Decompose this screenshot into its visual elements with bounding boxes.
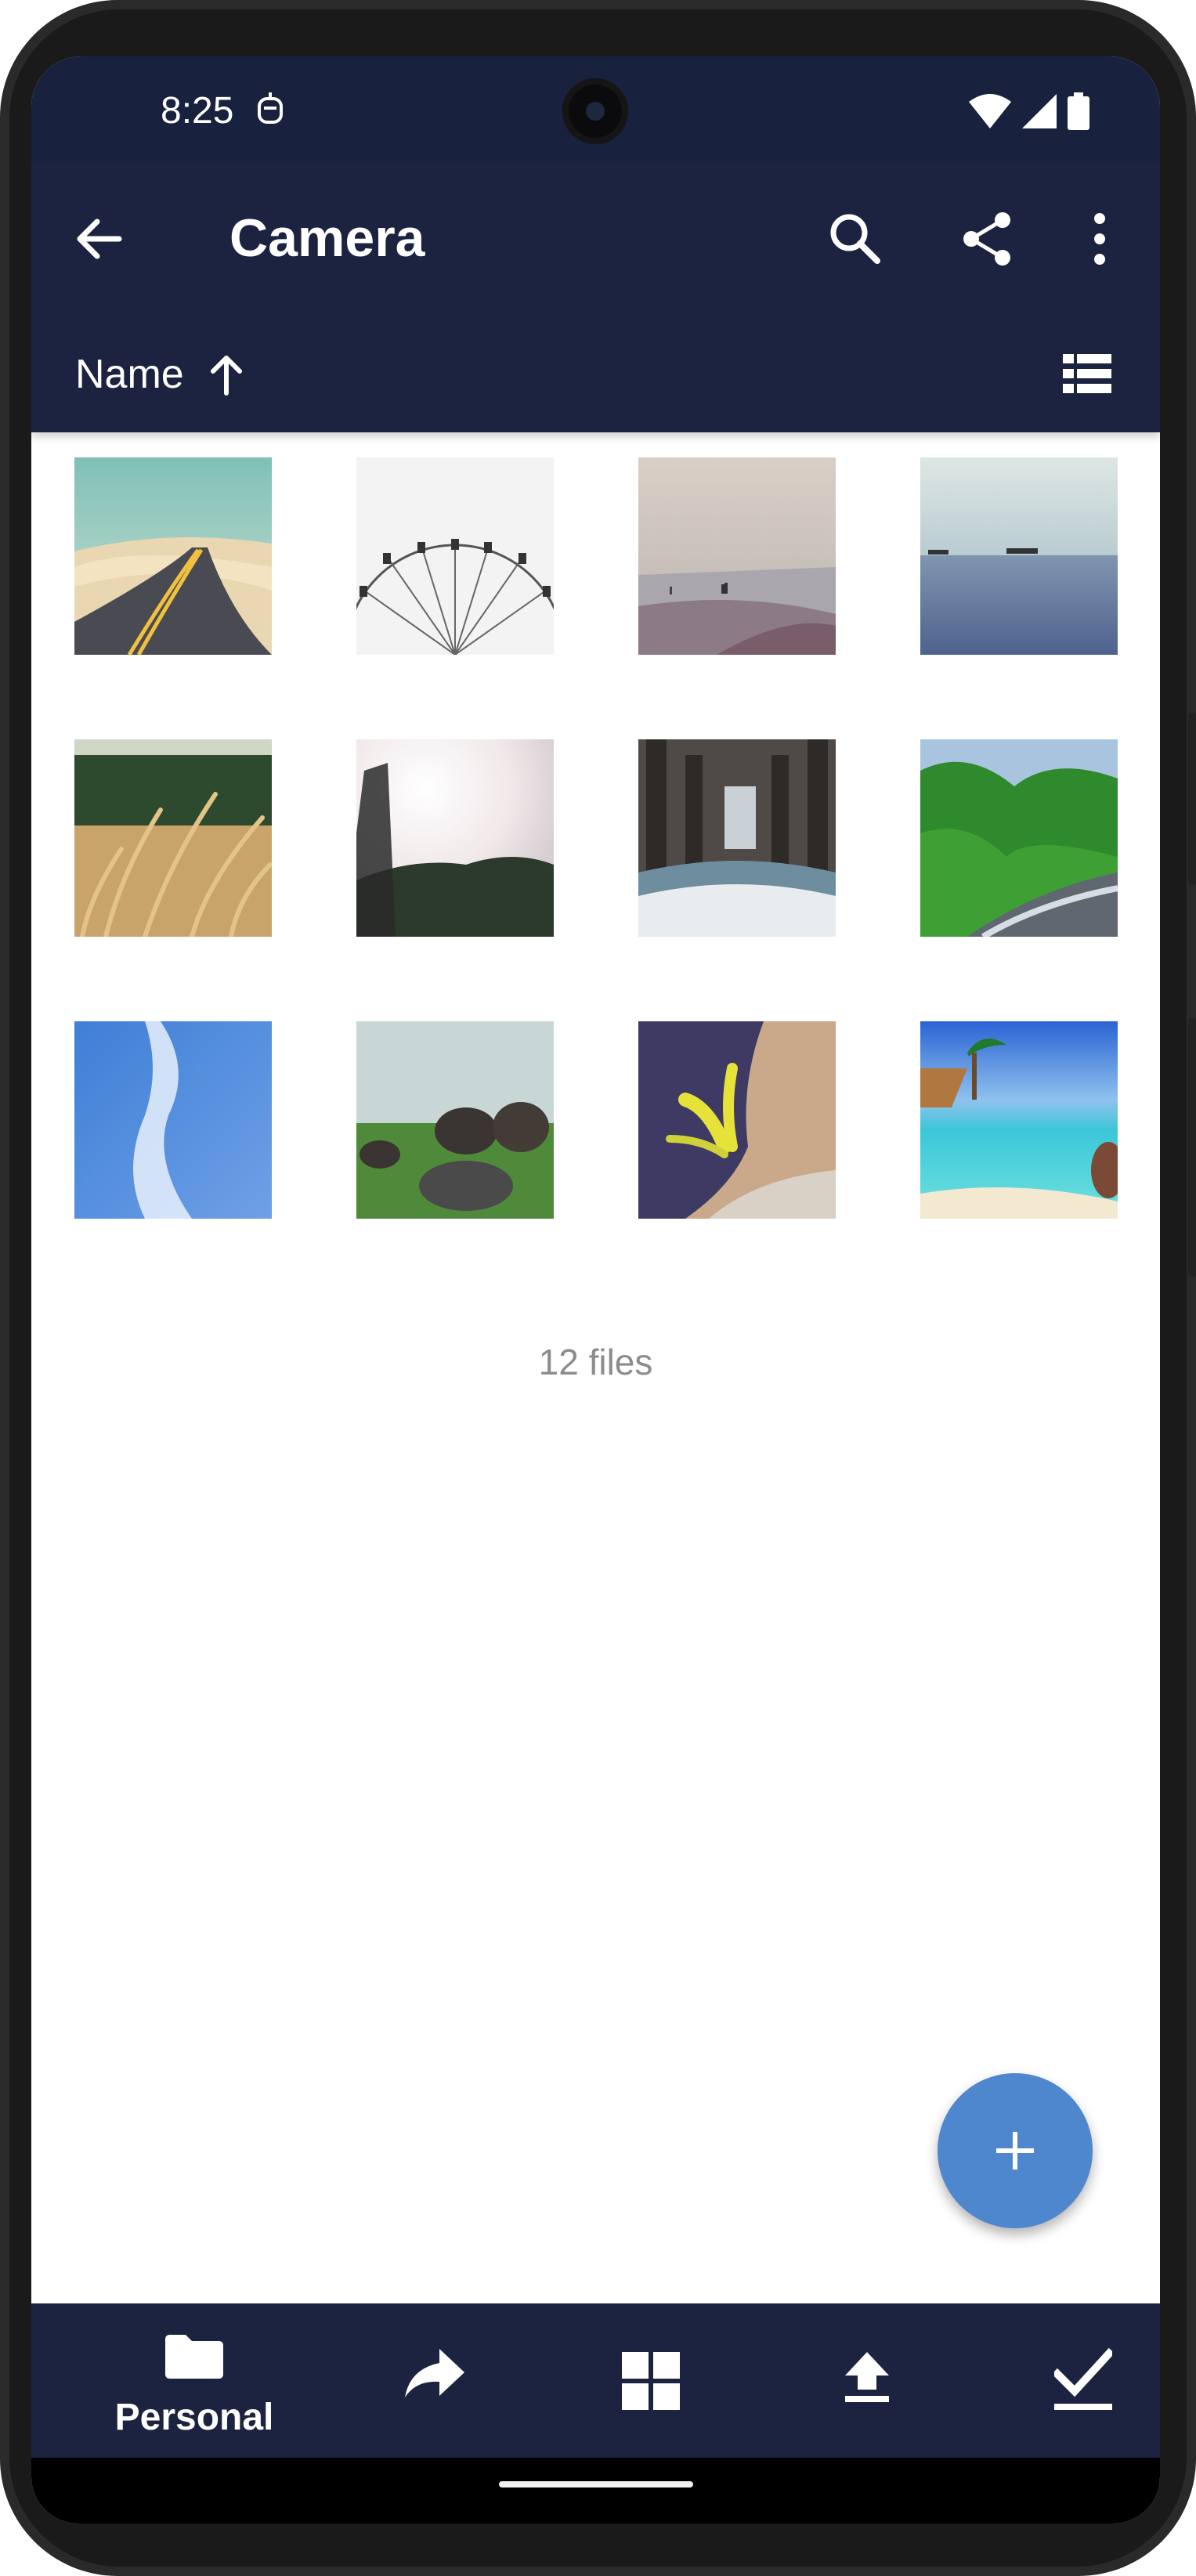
bottom-navigation: Personal [31, 2303, 1160, 2458]
file-count: 12 files [538, 1342, 653, 1382]
nav-item-label: Personal [114, 2397, 274, 2438]
share-forward-icon [405, 2349, 464, 2397]
gesture-bar [31, 2458, 1160, 2524]
nav-item-select[interactable] [981, 2303, 1160, 2458]
add-button[interactable] [938, 2073, 1093, 2228]
photo-thumbnail-blue-sky[interactable] [74, 1021, 272, 1219]
status-bar: 8:25 [31, 56, 1160, 162]
photo-thumbnail-misty-beach[interactable] [638, 457, 836, 655]
list-view-icon[interactable] [1061, 348, 1113, 399]
photo-thumbnail-wheat-field[interactable] [74, 739, 272, 937]
volume-button [1188, 1018, 1196, 1277]
grid-icon [622, 2352, 680, 2410]
arrow-up-icon[interactable] [205, 354, 248, 396]
nav-item-uploads[interactable] [765, 2303, 969, 2458]
photo-thumbnail-tropical-beach[interactable] [920, 1021, 1118, 1219]
search-icon[interactable] [824, 208, 887, 270]
screen: 8:25 Camera Name 12 files Personal [31, 56, 1160, 2524]
photo-thumbnail-sunlit-forest[interactable] [356, 739, 554, 937]
signal-icon [1022, 94, 1057, 128]
battery-icon [1068, 92, 1089, 130]
nav-item-shared[interactable] [333, 2303, 537, 2458]
nav-item-gallery[interactable] [549, 2303, 753, 2458]
photo-thumbnail-under-pier[interactable] [638, 739, 836, 937]
power-button [1188, 713, 1196, 885]
back-arrow-icon[interactable] [70, 211, 127, 267]
plus-icon [996, 2132, 1034, 2170]
sort-by-name-button[interactable]: Name [75, 351, 184, 398]
photo-thumbnail-sea-horizon[interactable] [920, 457, 1118, 655]
home-handle[interactable] [499, 2481, 693, 2487]
phone-frame: 8:25 Camera Name 12 files Personal [0, 0, 1196, 2576]
bot-icon [258, 92, 283, 124]
photo-thumbnail-desert-road[interactable] [74, 457, 272, 655]
more-vert-icon[interactable] [1082, 208, 1117, 270]
photo-thumbnail-green-valley[interactable] [920, 739, 1118, 937]
status-icons [969, 92, 1089, 130]
sort-bar: Name [31, 315, 1160, 432]
check-icon [1054, 2347, 1112, 2410]
status-time: 8:25 [161, 90, 234, 132]
camera-cutout [562, 78, 628, 144]
nav-item-personal[interactable]: Personal [92, 2303, 296, 2458]
app-bar: Camera [31, 162, 1160, 315]
wifi-icon [969, 94, 1011, 128]
photo-thumbnail-rocks-grass[interactable] [356, 1021, 554, 1219]
folder-icon [165, 2335, 223, 2379]
share-icon[interactable] [956, 208, 1018, 270]
photo-thumbnail-ferris-wheel[interactable] [356, 457, 554, 655]
page-title: Camera [229, 208, 425, 268]
photo-thumbnail-yellow-plant[interactable] [638, 1021, 836, 1219]
upload-icon [845, 2352, 889, 2402]
